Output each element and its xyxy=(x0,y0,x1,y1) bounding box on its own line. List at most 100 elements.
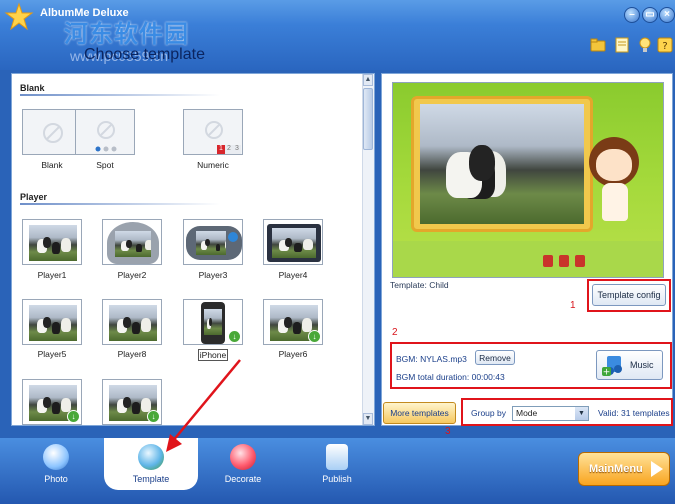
restore-icon: ▭ xyxy=(645,9,655,20)
section-title-blank: Blank xyxy=(20,83,45,93)
note-icon[interactable] xyxy=(614,37,630,53)
template-label: Spot xyxy=(96,160,114,170)
speaker-icon xyxy=(228,232,238,242)
section-divider xyxy=(20,203,220,205)
help-icon[interactable]: ? xyxy=(657,37,673,53)
template-icon xyxy=(138,444,164,470)
scroll-down-arrow[interactable]: ▼ xyxy=(363,413,373,425)
bulb-icon[interactable] xyxy=(637,37,653,53)
template-label: Player3 xyxy=(198,270,228,280)
download-icon: ↓ xyxy=(228,330,241,343)
template-label: Player2 xyxy=(117,270,147,280)
template-label: Player1 xyxy=(37,270,67,280)
dog-photo xyxy=(115,231,151,257)
app-logo-icon xyxy=(4,2,34,31)
page-title: Choose template xyxy=(84,46,205,63)
dog-photo xyxy=(29,225,77,261)
remove-bgm-button[interactable]: Remove xyxy=(475,350,515,365)
template-label: Numeric xyxy=(197,160,229,170)
chevron-down-icon[interactable]: ▼ xyxy=(575,407,588,420)
cartoon-girl-face xyxy=(596,149,632,181)
music-button[interactable]: + Music xyxy=(596,350,663,380)
template-thumb[interactable]: ↓ xyxy=(22,379,82,425)
dog-photo xyxy=(29,305,77,341)
valid-template-count: Valid: 31 templates xyxy=(598,408,670,418)
template-label: Player5 xyxy=(37,349,67,359)
download-icon: ↓ xyxy=(67,410,80,423)
bgm-name: BGM: NYLAS.mp3 xyxy=(396,354,467,364)
template-thumb[interactable]: ↓ xyxy=(102,379,162,425)
tab-label: Publish xyxy=(322,474,352,484)
photo-icon xyxy=(43,444,69,470)
spot-placeholder-icon xyxy=(95,121,117,152)
tab-photo[interactable]: Photo xyxy=(16,442,96,486)
numeric-digit: 2 xyxy=(227,145,231,152)
template-thumb-numeric[interactable]: 1 2 3 xyxy=(183,109,243,155)
close-button[interactable]: × xyxy=(659,7,675,23)
watermark-text: 河东软件园 xyxy=(64,20,189,48)
tab-label: Decorate xyxy=(224,474,262,484)
blank-placeholder-icon xyxy=(43,123,63,143)
template-thumb-player2[interactable] xyxy=(102,219,162,265)
template-thumb-iphone[interactable]: ↓ xyxy=(183,299,243,345)
folder-icon[interactable] xyxy=(590,37,606,53)
tab-publish[interactable]: Publish xyxy=(297,442,377,486)
template-caption: Template: Child xyxy=(390,280,449,290)
main-menu-label: MainMenu xyxy=(589,463,643,475)
svg-text:?: ? xyxy=(662,41,667,52)
decor-icon xyxy=(575,255,585,267)
tab-template[interactable]: Template xyxy=(111,442,191,486)
template-list-panel[interactable]: Blank Blank Spot 1 2 3 Numeric Player Pl… xyxy=(11,73,375,426)
more-templates-button[interactable]: More templates xyxy=(383,402,456,424)
tab-label: Template xyxy=(132,474,170,484)
template-thumb-player1[interactable] xyxy=(22,219,82,265)
group-by-label: Group by xyxy=(471,408,506,418)
template-label-selected: iPhone xyxy=(198,349,228,361)
arrow-right-icon xyxy=(651,461,663,477)
dog-photo xyxy=(109,305,157,341)
scroll-up-arrow[interactable]: ▲ xyxy=(363,74,373,86)
download-icon: ↓ xyxy=(147,410,160,423)
preview-ground xyxy=(393,241,663,277)
cartoon-girl-body xyxy=(602,183,628,221)
template-list-scrollbar[interactable]: ▲ ▼ xyxy=(362,74,374,425)
template-thumb-player8[interactable] xyxy=(102,299,162,345)
template-thumb-spot[interactable] xyxy=(75,109,135,155)
scroll-thumb[interactable] xyxy=(363,88,373,150)
dog-photo xyxy=(196,231,226,255)
preview-panel: Template: Child 1 Template config 2 BGM:… xyxy=(381,73,673,426)
tab-label: Photo xyxy=(44,474,68,484)
bgm-duration: BGM total duration: 00:00:43 xyxy=(396,372,505,382)
preview-photo-frame xyxy=(411,96,593,232)
template-preview xyxy=(392,82,664,278)
music-button-label: Music xyxy=(630,360,654,370)
numeric-digit: 3 xyxy=(235,145,239,152)
numeric-digit: 1 xyxy=(219,145,223,152)
template-thumb-player6[interactable]: ↓ xyxy=(263,299,323,345)
template-config-button[interactable]: Template config xyxy=(592,284,666,306)
decor-icon xyxy=(559,255,569,267)
minimize-icon: – xyxy=(629,9,635,20)
group-by-select[interactable]: Mode ▼ xyxy=(512,406,589,421)
decor-icon xyxy=(543,255,553,267)
heart-icon xyxy=(230,444,256,470)
template-thumb-player4[interactable] xyxy=(263,219,323,265)
main-menu-button[interactable]: MainMenu xyxy=(578,452,670,486)
template-label: Player4 xyxy=(278,270,308,280)
publish-icon xyxy=(326,444,348,470)
title-bar: AlbumMe Deluxe 河东软件园 www.pc0359.cn Choos… xyxy=(0,0,675,70)
template-label: Player8 xyxy=(117,349,147,359)
template-thumb-blank[interactable] xyxy=(22,109,82,155)
tab-decorate[interactable]: Decorate xyxy=(203,442,283,486)
dog-photo xyxy=(272,228,316,258)
annotation-number: 1 xyxy=(570,300,576,311)
group-by-value: Mode xyxy=(516,408,538,418)
annotation-number: 2 xyxy=(392,327,398,338)
section-divider xyxy=(20,94,220,96)
minimize-button[interactable]: – xyxy=(624,7,640,23)
svg-text:+: + xyxy=(603,368,611,378)
template-thumb-player3[interactable] xyxy=(183,219,243,265)
annotation-number: 3 xyxy=(445,426,451,437)
restore-button[interactable]: ▭ xyxy=(642,7,658,23)
template-thumb-player5[interactable] xyxy=(22,299,82,345)
